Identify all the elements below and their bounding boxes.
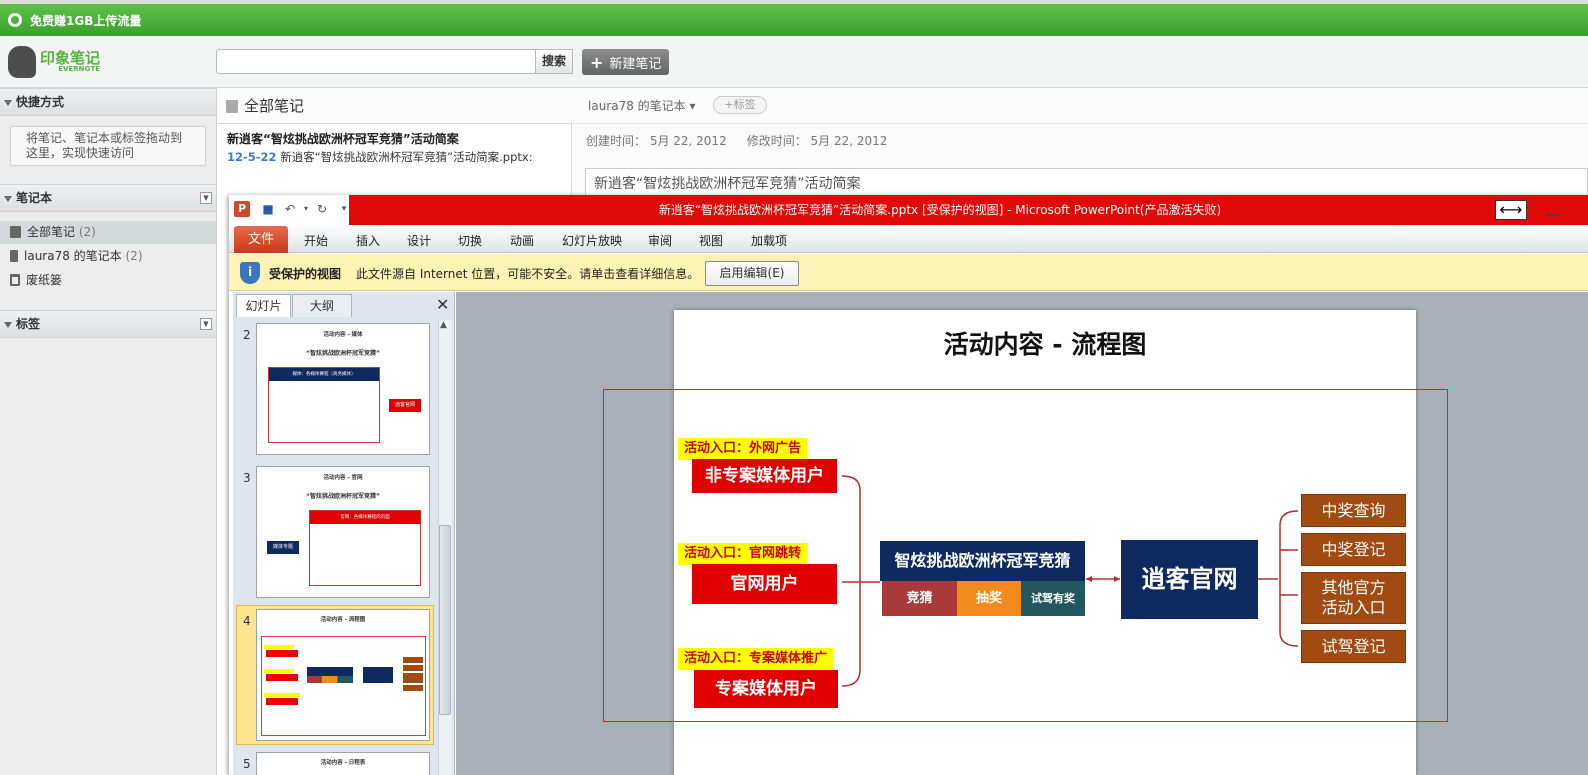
entry-box-official-users: 官网用户 (692, 564, 837, 604)
sub-box-testdrive: 试驾有奖 (1021, 581, 1085, 616)
entry-box-nonproject-media: 非专案媒体用户 (692, 459, 837, 493)
official-site-box: 逍客官网 (1121, 540, 1258, 619)
center-activity-box: 智炫挑战欧洲杯冠军竞猜 (880, 541, 1085, 581)
output-box-testdrive-register: 试驾登记 (1301, 630, 1406, 663)
entry-label-project-media: 活动入口：专案媒体推广 (678, 648, 834, 670)
output-box-prize-register: 中奖登记 (1301, 533, 1406, 566)
entry-label-ads: 活动入口：外网广告 (678, 438, 808, 460)
left-bracket (841, 475, 861, 687)
arrow-head (1086, 576, 1092, 582)
entry-label-official-site: 活动入口：官网跳转 (678, 543, 808, 565)
right-bracket (1279, 510, 1299, 647)
output-box-other-entry: 其他官方活动入口 (1301, 572, 1406, 624)
output-box-prize-query: 中奖查询 (1301, 494, 1406, 527)
sub-box-lottery: 抽奖 (957, 581, 1021, 616)
sub-box-guess: 竞猜 (882, 581, 957, 616)
connector-line (1280, 549, 1298, 596)
arrow-head (1114, 576, 1120, 582)
entry-box-project-media: 专案媒体用户 (694, 670, 838, 708)
